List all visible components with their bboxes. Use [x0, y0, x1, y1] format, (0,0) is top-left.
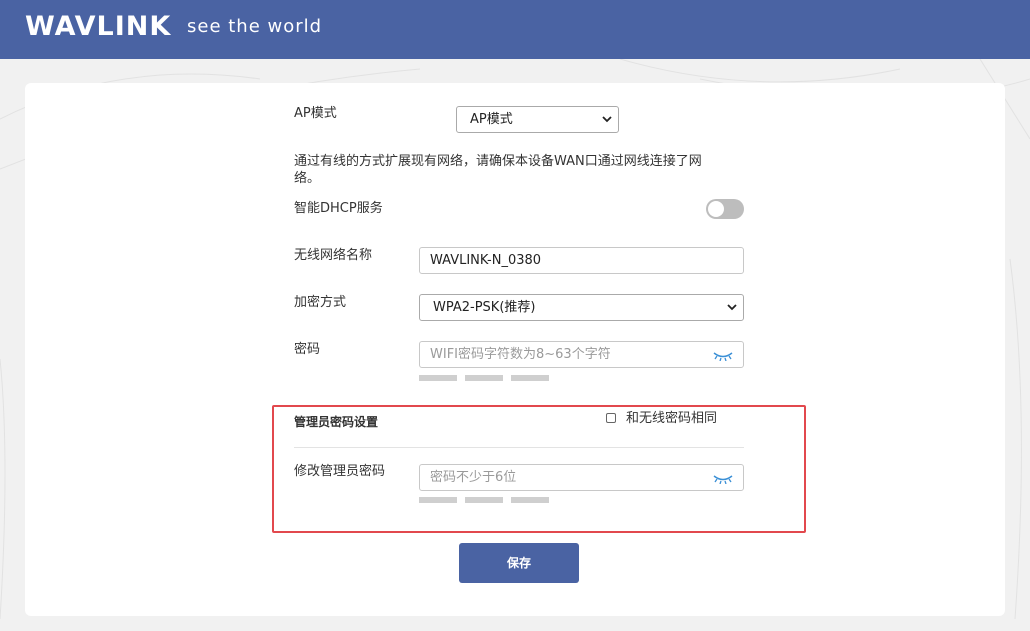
section-divider	[294, 447, 744, 448]
strength-bar-medium	[465, 375, 503, 381]
encryption-select-value: WPA2-PSK(推荐)	[433, 300, 536, 315]
admin-strength-bar-weak	[419, 497, 457, 503]
wifi-password-label: 密码	[294, 342, 321, 357]
admin-strength-bar-medium	[465, 497, 503, 503]
ssid-input[interactable]: WAVLINK-N_0380	[419, 247, 744, 274]
wavlink-logo: WAVLINK	[25, 12, 171, 40]
chevron-down-icon	[727, 304, 737, 311]
admin-password-placeholder: 密码不少于6位	[430, 470, 517, 485]
eye-closed-icon[interactable]	[713, 351, 733, 361]
logo-text: WAVLINK	[25, 11, 172, 42]
mode-select[interactable]: AP模式	[456, 106, 619, 133]
admin-password-label: 修改管理员密码	[294, 464, 386, 479]
eye-closed-icon[interactable]	[713, 474, 733, 484]
encryption-label: 加密方式	[294, 295, 347, 310]
strength-bar-weak	[419, 375, 457, 381]
top-header: WAVLINK see the world	[0, 0, 1030, 59]
strength-bar-strong	[511, 375, 549, 381]
mode-label: AP模式	[294, 106, 337, 121]
chevron-down-icon	[602, 116, 612, 123]
mode-description: 通过有线的方式扩展现有网络，请确保本设备WAN口通过网线连接了网络。	[294, 154, 702, 186]
same-as-wireless-checkbox[interactable]	[606, 413, 616, 423]
admin-section-title: 管理员密码设置	[294, 415, 379, 429]
encryption-select[interactable]: WPA2-PSK(推荐)	[419, 294, 744, 321]
wifi-password-input[interactable]: WIFI密码字符数为8~63个字符	[419, 341, 744, 368]
dhcp-toggle[interactable]	[706, 199, 744, 219]
toggle-knob	[708, 201, 724, 217]
same-as-wireless-label: 和无线密码相同	[626, 411, 718, 426]
admin-password-input[interactable]: 密码不少于6位	[419, 464, 744, 491]
tagline: see the world	[187, 16, 323, 37]
mode-select-value: AP模式	[470, 112, 513, 127]
ssid-label: 无线网络名称	[294, 248, 373, 263]
admin-strength-bar-strong	[511, 497, 549, 503]
save-button[interactable]: 保存	[459, 543, 579, 583]
wifi-password-placeholder: WIFI密码字符数为8~63个字符	[430, 347, 611, 362]
dhcp-label: 智能DHCP服务	[294, 201, 383, 216]
